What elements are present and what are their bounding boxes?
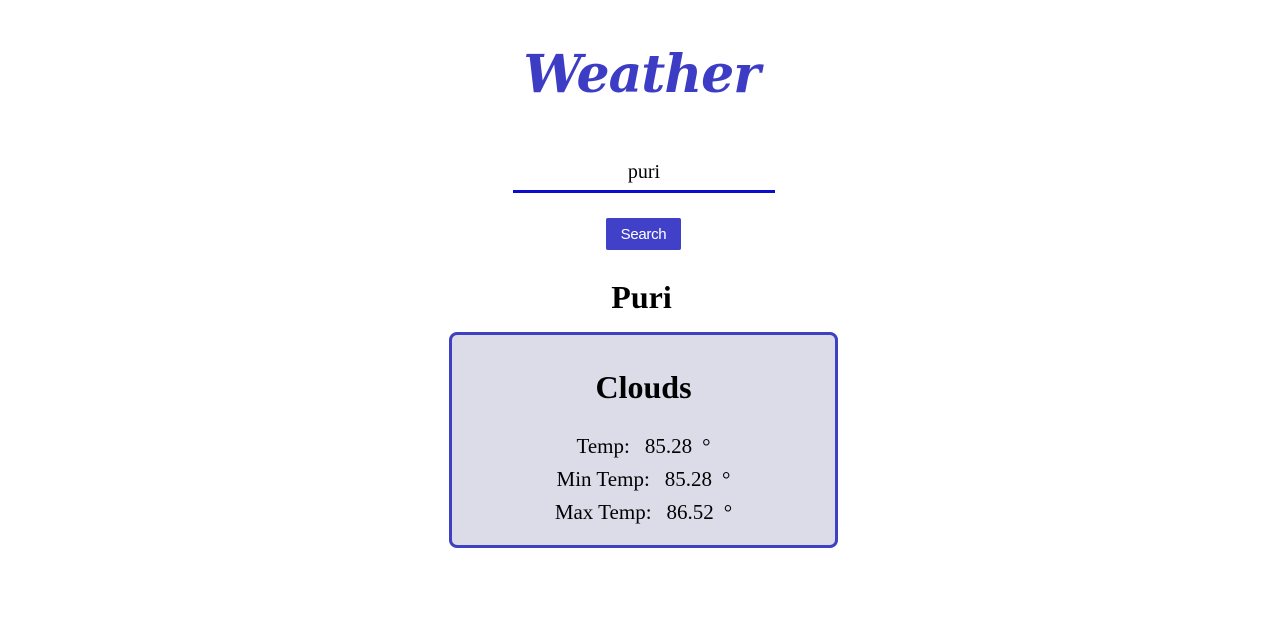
max-temp-label: Max Temp: bbox=[554, 500, 652, 524]
city-search-input[interactable] bbox=[513, 154, 775, 193]
temp-value: 85.28 bbox=[644, 434, 693, 458]
search-button[interactable]: Search bbox=[606, 218, 681, 250]
weather-condition: Clouds bbox=[595, 369, 692, 405]
min-temp-row: Min Temp: 85.28 ° bbox=[452, 466, 835, 492]
max-temp-row: Max Temp: 86.52 ° bbox=[452, 499, 835, 525]
temp-label: Temp: bbox=[576, 434, 630, 458]
max-temp-value: 86.52 bbox=[666, 500, 714, 524]
degree-symbol: ° bbox=[723, 500, 733, 524]
weather-card: Clouds Temp: 85.28 ° Min Temp: 85.28 ° Max T… bbox=[449, 332, 838, 548]
degree-symbol: ° bbox=[702, 434, 711, 458]
degree-symbol: ° bbox=[722, 467, 731, 491]
min-temp-value: 85.28 bbox=[664, 467, 713, 491]
temp-row: Temp: 85.28 ° bbox=[452, 433, 835, 459]
min-temp-label: Min Temp: bbox=[556, 467, 650, 491]
app-title: Weather bbox=[523, 44, 760, 105]
city-name: Puri bbox=[611, 279, 672, 315]
